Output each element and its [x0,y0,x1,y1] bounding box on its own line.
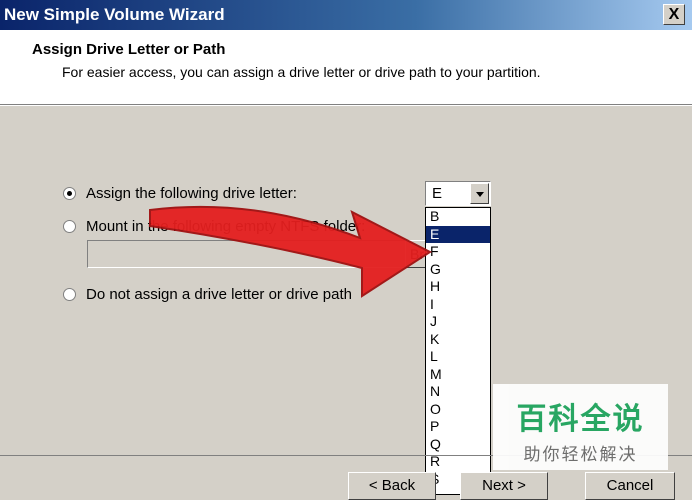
assign-letter-radio[interactable] [63,187,76,200]
drive-letter-option[interactable]: L [426,348,490,366]
watermark-title: 百科全说 [516,403,645,436]
header-divider [0,105,692,106]
drive-letter-option[interactable]: M [426,366,490,384]
page-title: Assign Drive Letter or Path [32,41,226,58]
drive-letter-option[interactable]: I [426,296,490,314]
drive-letter-option[interactable]: J [426,313,490,331]
drive-letter-option[interactable]: G [426,261,490,279]
wizard-header: Assign Drive Letter or Path For easier a… [0,30,692,105]
title-bar[interactable]: New Simple Volume Wizard X [0,0,692,30]
drive-letter-option[interactable]: O [426,401,490,419]
page-subtitle: For easier access, you can assign a driv… [62,64,541,80]
drive-letter-option[interactable]: E [426,225,490,243]
no-assign-radio[interactable] [63,288,76,301]
next-button[interactable]: Next > [460,472,548,500]
watermark: 百科全说 助你轻松解决 [493,384,668,470]
drive-letter-option[interactable]: N [426,383,490,401]
cancel-button[interactable]: Cancel [585,472,675,500]
drive-letter-select[interactable]: E [425,181,491,206]
drive-letter-list[interactable]: BEFGHIJKLMNOPQRS [425,207,491,495]
wizard-window: New Simple Volume Wizard X Assign Drive … [0,0,692,500]
no-assign-label[interactable]: Do not assign a drive letter or drive pa… [86,286,352,303]
chevron-down-icon[interactable] [470,183,489,204]
drive-letter-value: E [432,185,443,202]
close-button[interactable]: X [663,4,685,25]
drive-letter-option[interactable]: Q [426,436,490,454]
drive-letter-option[interactable]: F [426,243,490,261]
drive-letter-option[interactable]: P [426,418,490,436]
browse-button[interactable]: Br [405,240,427,268]
mount-folder-radio[interactable] [63,220,76,233]
drive-letter-option[interactable]: H [426,278,490,296]
back-button[interactable]: < Back [348,472,436,500]
mount-folder-label[interactable]: Mount in the following empty NTFS folder… [86,218,365,235]
window-title: New Simple Volume Wizard [4,5,225,24]
drive-letter-option[interactable]: K [426,331,490,349]
browse-button-label: Br [410,246,424,262]
folder-path-input[interactable] [87,240,417,268]
drive-letter-option[interactable]: B [426,208,490,226]
watermark-subtitle: 助你轻松解决 [523,445,638,464]
assign-letter-label[interactable]: Assign the following drive letter: [86,185,297,202]
